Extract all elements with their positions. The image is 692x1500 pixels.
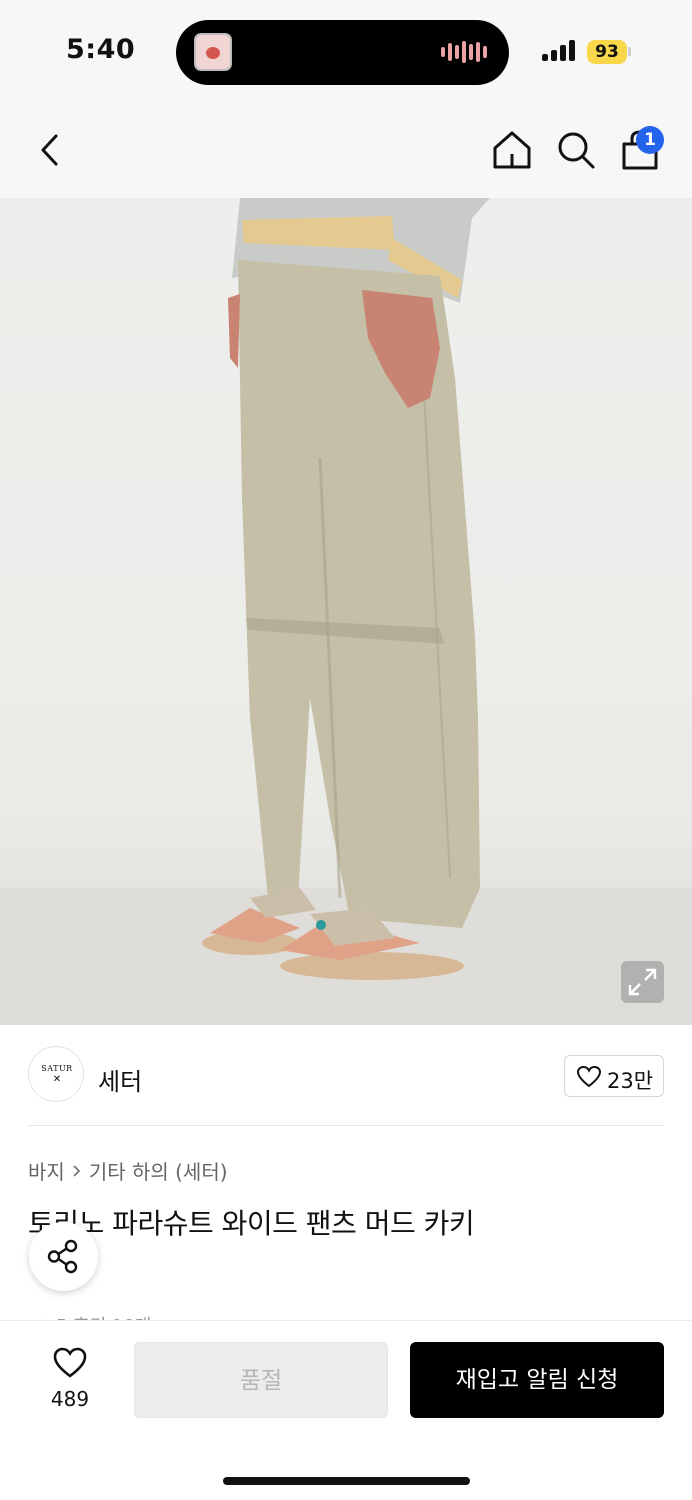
battery-tip bbox=[628, 47, 631, 56]
heart-icon bbox=[576, 1065, 602, 1088]
product-photo bbox=[0, 198, 692, 1025]
dynamic-island[interactable] bbox=[176, 20, 509, 85]
divider bbox=[28, 1125, 664, 1126]
breadcrumb-level2[interactable]: 기타 하의 (세터) bbox=[89, 1156, 228, 1185]
brand-logo[interactable]: SATUR ✕ bbox=[28, 1046, 84, 1102]
product-title: 토리노 파라슈트 와이드 팬츠 머드 카키 bbox=[28, 1207, 475, 1240]
brand-like-button[interactable]: 23만 bbox=[564, 1055, 664, 1097]
product-image[interactable] bbox=[0, 198, 692, 1025]
heart-icon bbox=[53, 1347, 87, 1378]
brand-logo-text: SATUR bbox=[41, 1064, 73, 1073]
audio-wave-icon bbox=[441, 41, 487, 63]
share-icon bbox=[47, 1239, 78, 1274]
expand-icon bbox=[628, 968, 657, 996]
restock-alert-button[interactable]: 재입고 알림 신청 bbox=[410, 1342, 664, 1418]
brand-row: SATUR ✕ 세터 23만 bbox=[28, 1046, 664, 1106]
home-indicator[interactable] bbox=[223, 1477, 470, 1485]
brand-name[interactable]: 세터 bbox=[98, 1062, 142, 1097]
back-arrow-icon[interactable] bbox=[30, 128, 70, 172]
chevron-right-icon bbox=[73, 1164, 81, 1177]
breadcrumb-level1[interactable]: 바지 bbox=[28, 1156, 65, 1185]
share-button[interactable] bbox=[29, 1222, 98, 1291]
cellular-signal-icon bbox=[542, 39, 575, 61]
expand-image-button[interactable] bbox=[621, 961, 664, 1003]
status-time: 5:40 bbox=[66, 34, 136, 65]
wishlist-button[interactable]: 489 bbox=[28, 1344, 112, 1414]
music-thumbnail-icon bbox=[194, 33, 232, 71]
sold-out-button: 품절 bbox=[134, 1342, 388, 1418]
brand-logo-mark-icon: ✕ bbox=[52, 1074, 62, 1085]
cart-count-badge: 1 bbox=[636, 126, 664, 154]
search-icon[interactable] bbox=[554, 128, 598, 172]
status-bar: 5:40 93 bbox=[0, 0, 692, 100]
wishlist-count: 489 bbox=[50, 1387, 90, 1411]
breadcrumb: 바지 기타 하의 (세터) bbox=[28, 1156, 228, 1185]
brand-like-count: 23만 bbox=[607, 1069, 654, 1093]
battery-icon: 93 bbox=[587, 40, 627, 64]
home-icon[interactable] bbox=[490, 128, 534, 172]
